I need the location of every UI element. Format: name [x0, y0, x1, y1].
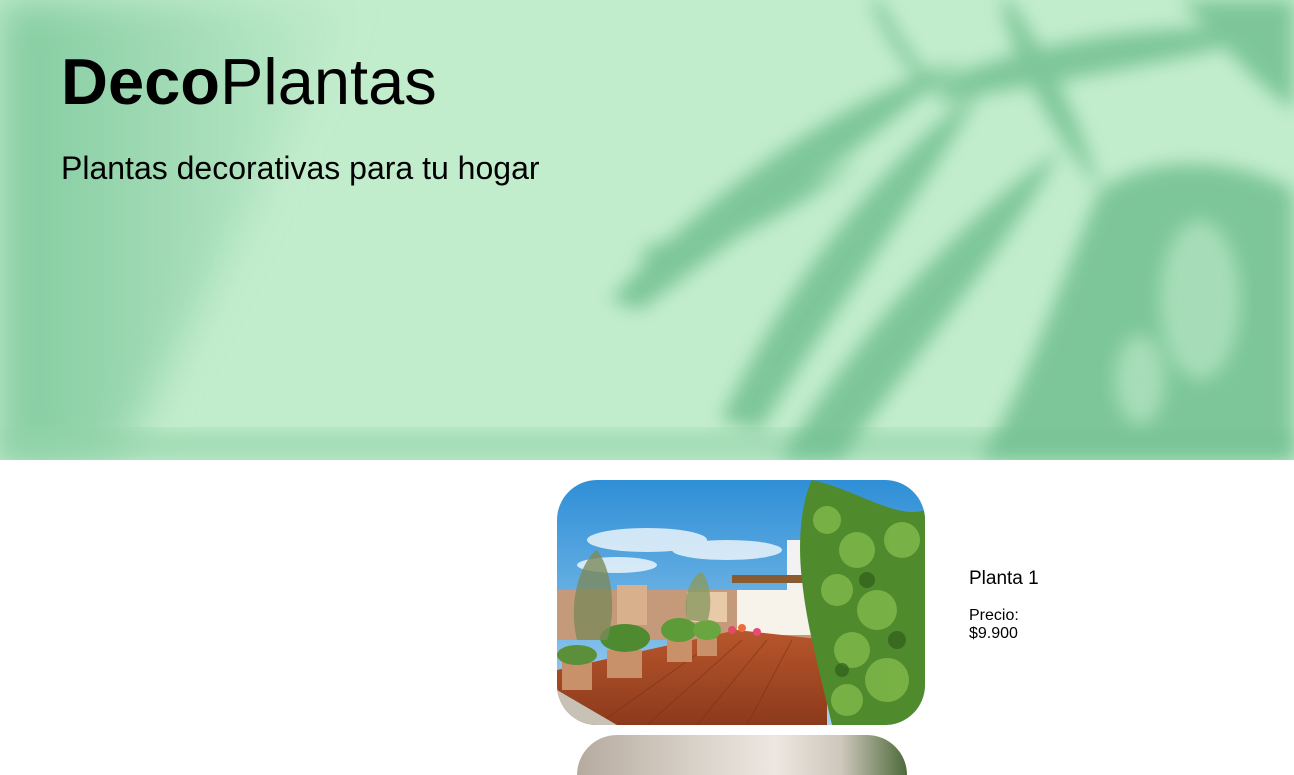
site-logo-title: DecoPlantas	[61, 44, 437, 120]
product-price-value: $9.900	[969, 625, 1018, 642]
hero-banner: DecoPlantas Plantas decorativas para tu …	[0, 0, 1294, 460]
site-tagline: Plantas decorativas para tu hogar	[61, 150, 540, 186]
brand-regular-part: Plantas	[219, 45, 437, 118]
product-info: Planta 1 Precio: $9.900	[969, 568, 1089, 643]
product-image-terrace[interactable]	[557, 480, 925, 725]
brand-bold-part: Deco	[61, 45, 220, 118]
product-image-next[interactable]	[577, 735, 907, 775]
product-price-label: Precio:	[969, 607, 1019, 624]
product-name: Planta 1	[969, 568, 1039, 589]
